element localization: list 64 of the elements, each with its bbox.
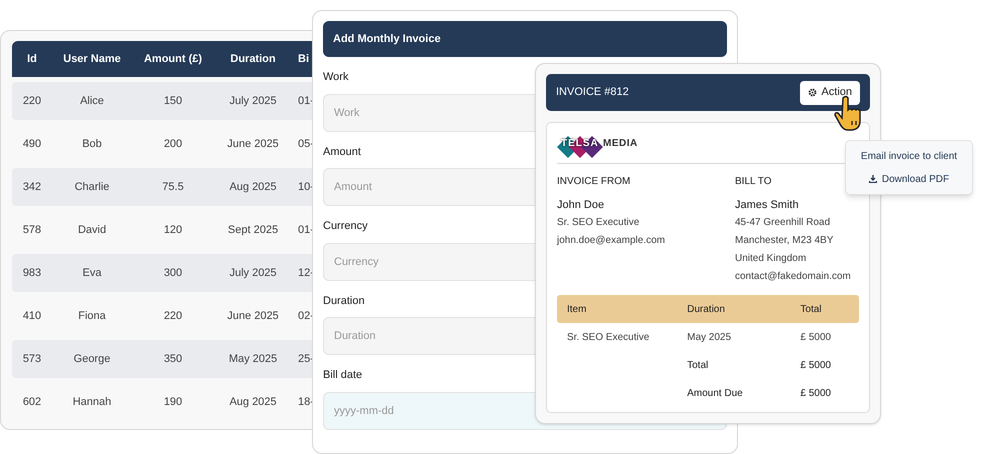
column-header: Total [800, 302, 823, 316]
table-cell-text: £ 5000 [800, 330, 832, 344]
table-cell-text: 220 [22, 94, 42, 109]
field-label: Duration [323, 294, 365, 308]
address-line: contact@fakedomain.com [735, 270, 851, 284]
table-cell-text: 350 [162, 352, 184, 367]
summary-value: £ 5000 [800, 358, 832, 372]
table-cell-text: 02- [297, 308, 315, 324]
table-cell-text: June 2025 [226, 308, 280, 324]
table-cell-text: 25- [297, 352, 315, 367]
table-cell-text: Fiona [77, 308, 107, 324]
table-cell-text: 602 [22, 394, 42, 410]
table-cell-text: 01- [297, 94, 315, 109]
summary-label: Total [687, 358, 710, 372]
address-line: 45-47 Greenhill Road [735, 216, 832, 230]
table-cell-text: 190 [162, 394, 184, 410]
field-label: Amount [323, 144, 361, 160]
table-cell-text: 300 [162, 266, 184, 281]
field-label: Currency [323, 219, 368, 234]
address-line: United Kingdom [735, 252, 808, 266]
table-cell-text: Sept 2025 [226, 222, 280, 238]
field-label: Work [323, 70, 348, 85]
table-cell-text: Bob [81, 136, 103, 152]
table-cell-text: 120 [162, 222, 184, 238]
table-cell-text: May 2025 [228, 352, 278, 367]
table-cell-text: June 2025 [226, 136, 280, 152]
column-header: Bi [297, 52, 310, 67]
section-heading: BILL TO [735, 175, 773, 189]
table-cell-text: Aug 2025 [228, 394, 278, 410]
table-cell-text: David [76, 222, 108, 238]
section-heading: INVOICE FROM [557, 175, 632, 189]
summary-value: £ 5000 [800, 386, 832, 400]
column-header: Duration [229, 52, 277, 67]
column-header: Item [566, 302, 588, 316]
table-cell-text: 573 [22, 352, 42, 367]
table-cell-text: Hannah [72, 394, 112, 410]
table-cell-text: Aug 2025 [228, 180, 278, 195]
address-line: Sr. SEO Executive [557, 216, 640, 230]
table-cell-text: 75.5 [161, 180, 185, 195]
logo: TELSA MEDIA [557, 136, 638, 150]
table-cell-text: 18- [297, 394, 315, 410]
contact-name: James Smith [735, 198, 800, 213]
table-cell-text: Sr. SEO Executive [566, 330, 650, 344]
table-cell-text: Eva [82, 266, 102, 281]
table-cell-text: 490 [22, 136, 42, 152]
table-cell-text: 983 [22, 266, 42, 281]
table-cell-text: Alice [79, 94, 105, 109]
table-cell-text: 220 [162, 308, 184, 324]
table-cell-text: Charlie [74, 180, 110, 195]
field-label: Bill date [323, 368, 362, 383]
table-cell-text: George [72, 352, 112, 367]
table-cell-text: 578 [22, 222, 42, 238]
form-title: Add Monthly Invoice [333, 32, 441, 47]
table-cell-text: 410 [22, 308, 42, 324]
table-cell-text: July 2025 [228, 266, 278, 281]
column-header: Id [26, 52, 38, 67]
column-header: Amount (£) [142, 52, 204, 67]
table-cell-text: July 2025 [228, 94, 278, 109]
column-header: User Name [62, 52, 122, 67]
table-cell-text: 200 [162, 136, 184, 152]
address-line: Manchester, M23 4BY [735, 234, 834, 248]
column-header: Duration [687, 302, 726, 316]
table-cell-text: 150 [162, 94, 184, 109]
table-cell-text: 342 [22, 180, 42, 195]
